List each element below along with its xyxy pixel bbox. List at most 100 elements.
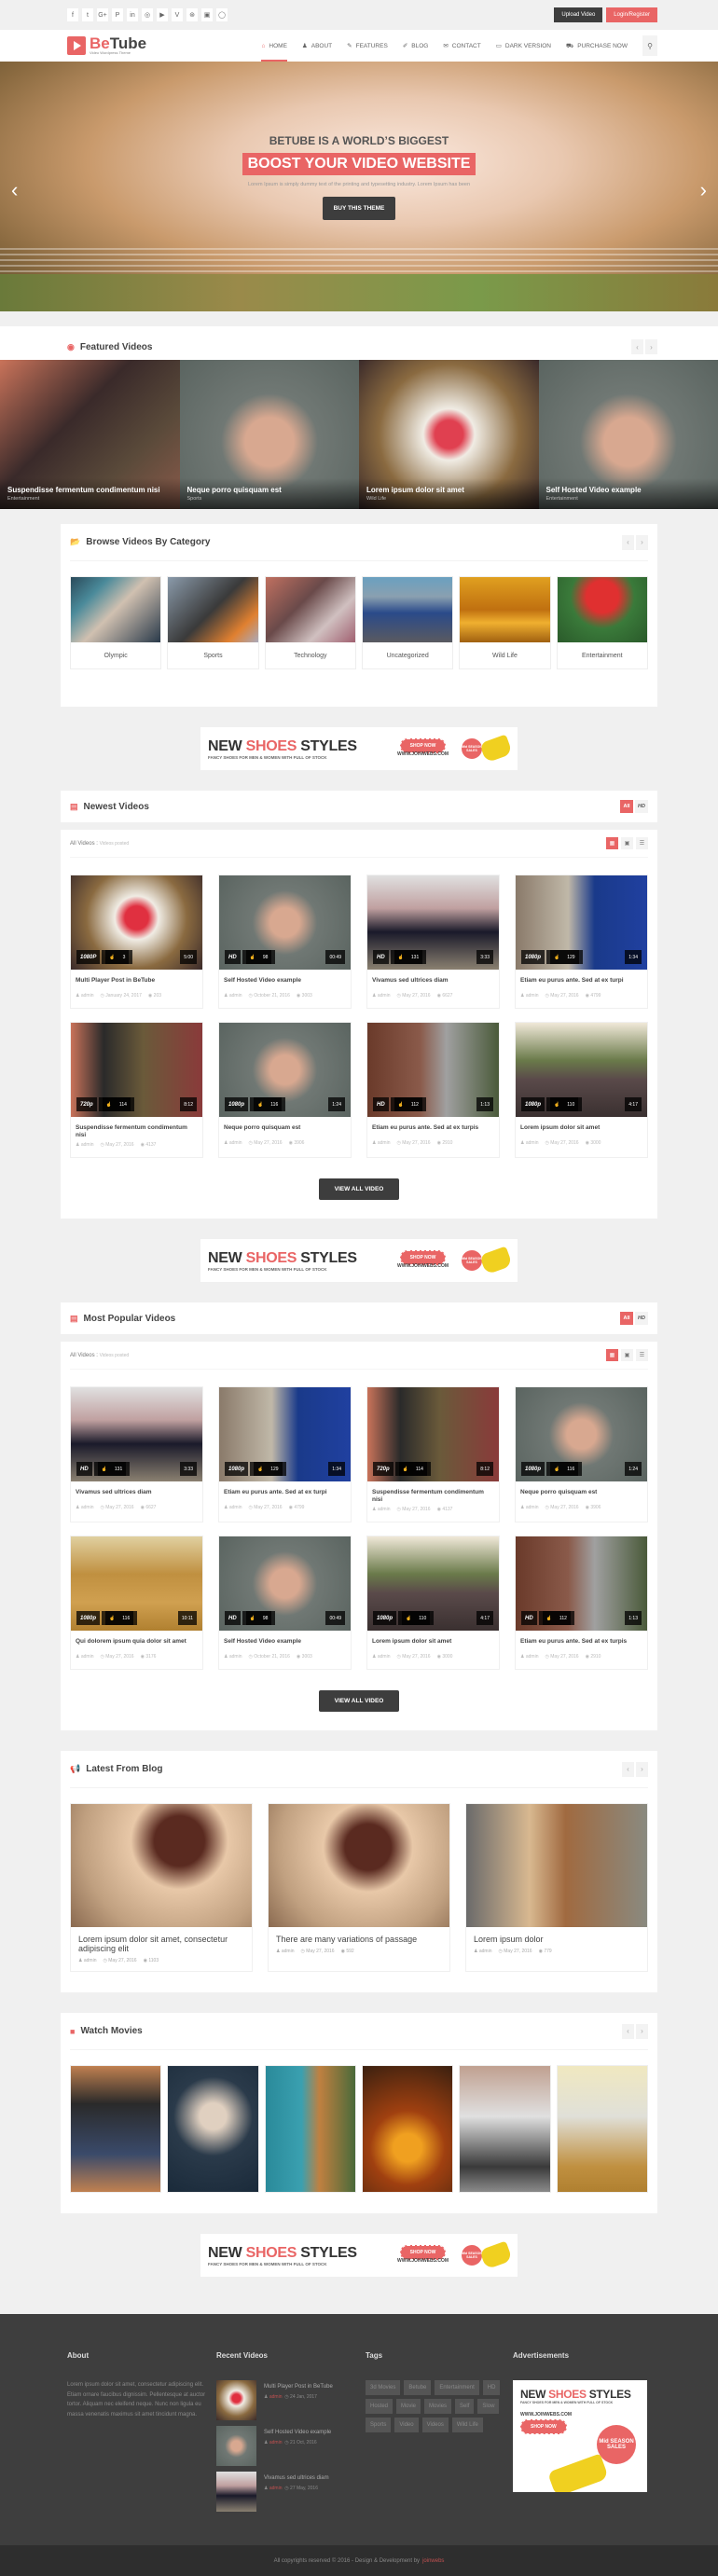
video-title[interactable]: Etiam eu purus ante. Sed at ex turpis — [367, 1117, 499, 1137]
author-name[interactable]: admin — [229, 1140, 242, 1146]
video-card[interactable]: HD☝ 1121:13Etiam eu purus ante. Sed at e… — [366, 1022, 500, 1158]
video-thumbnail[interactable]: 720p☝ 1148:12 — [367, 1387, 499, 1481]
author[interactable]: ♟ admin — [76, 993, 94, 999]
recent-video-title[interactable]: Multi Player Post in BeTube — [264, 2384, 333, 2390]
recent-video-thumb[interactable] — [216, 2472, 256, 2512]
search-button[interactable]: ⚲ — [642, 35, 657, 56]
featured-video-category[interactable]: Wild Life — [366, 496, 532, 502]
category-card[interactable]: Sports — [167, 576, 258, 669]
video-thumbnail[interactable]: HD☝ 1121:13 — [367, 1023, 499, 1117]
video-title[interactable]: Self Hosted Video example — [219, 970, 351, 990]
blog-post-image[interactable] — [269, 1804, 449, 1927]
ad-banner[interactable]: NEW SHOES STYLESFANCY SHOES FOR MEN & WO… — [200, 1239, 518, 1282]
featured-video-title[interactable]: Neque porro quisquam est — [187, 486, 352, 494]
prev-button[interactable]: ‹ — [622, 2024, 634, 2039]
author-name[interactable]: admin — [282, 1949, 295, 1954]
category-label[interactable]: Olympic — [71, 642, 160, 668]
video-card[interactable]: 720p☝ 1148:12Suspendisse fermentum condi… — [366, 1386, 500, 1522]
list-view-icon[interactable]: ☰ — [636, 837, 648, 849]
buy-theme-button[interactable]: BUY THIS THEME — [323, 197, 396, 220]
featured-video-title[interactable]: Suspendisse fermentum condimentum nisi — [7, 486, 173, 494]
video-card[interactable]: 1080p☝ 1104:17Lorem ipsum dolor sit amet… — [515, 1022, 648, 1158]
video-title[interactable]: Lorem ipsum dolor sit amet — [367, 1631, 499, 1651]
recent-video-item[interactable]: Vivamus sed ultrices diam♟ admin ◷ 27 Ma… — [216, 2472, 366, 2512]
tag-link[interactable]: Sports — [366, 2418, 391, 2432]
site-logo[interactable]: BeTube Video Wordpress Theme — [67, 36, 207, 55]
author-name[interactable]: admin — [526, 1505, 539, 1510]
author[interactable]: ♟ admin — [224, 1654, 242, 1660]
nav-features[interactable]: ✎FEATURES — [347, 30, 388, 62]
author[interactable]: ♟ admin — [520, 1140, 539, 1146]
author-name[interactable]: admin — [526, 1140, 539, 1146]
github-icon[interactable]: ◯ — [216, 8, 228, 21]
author-name[interactable]: admin — [526, 1654, 539, 1660]
video-card[interactable]: 1080p☝ 1291:34Etiam eu purus ante. Sed a… — [515, 875, 648, 1009]
prev-button[interactable]: ‹ — [622, 535, 634, 550]
category-card[interactable]: Technology — [265, 576, 356, 669]
medium-grid-view-icon[interactable]: ▣ — [621, 1349, 633, 1361]
blog-post-title[interactable]: There are many variations of passage — [269, 1927, 449, 1944]
view-all-video-button[interactable]: VIEW ALL VIDEO — [319, 1178, 399, 1200]
grid-view-icon[interactable]: ▦ — [606, 837, 618, 849]
dribbble-icon[interactable]: ⊛ — [186, 8, 198, 21]
next-button[interactable]: › — [645, 339, 657, 354]
author-name[interactable]: admin — [229, 1505, 242, 1510]
video-title[interactable]: Vivamus sed ultrices diam — [367, 970, 499, 990]
author-name[interactable]: admin — [378, 1140, 391, 1146]
featured-video-category[interactable]: Entertainment — [7, 496, 173, 502]
filter-all-button[interactable]: All — [620, 1312, 633, 1325]
tag-link[interactable]: Hosted — [366, 2399, 393, 2414]
tag-link[interactable]: Videos — [422, 2418, 449, 2432]
featured-video-title[interactable]: Lorem ipsum dolor sit amet — [366, 486, 532, 494]
blog-post-card[interactable]: Lorem ipsum dolor♟ admin◷ May 27, 2016◉ … — [465, 1803, 648, 1972]
video-card[interactable]: 1080p☝ 1291:34Etiam eu purus ante. Sed a… — [218, 1386, 352, 1522]
blog-post-image[interactable] — [466, 1804, 647, 1927]
tag-link[interactable]: Entertainment — [435, 2380, 478, 2395]
next-button[interactable]: › — [636, 2024, 648, 2039]
category-image[interactable] — [71, 577, 160, 642]
tag-link[interactable]: Movies — [424, 2399, 451, 2414]
featured-video-item[interactable]: Suspendisse fermentum condimentum nisi En… — [0, 360, 180, 509]
category-card[interactable]: Olympic — [70, 576, 161, 669]
upload-video-button[interactable]: Upload Video — [554, 7, 602, 22]
recent-video-thumb[interactable] — [216, 2380, 256, 2420]
author[interactable]: ♟ admin — [76, 1142, 94, 1148]
video-thumbnail[interactable]: HD☝ 1313:33 — [367, 875, 499, 970]
nav-purchase-now[interactable]: ⛟PURCHASE NOW — [566, 30, 628, 62]
author-name[interactable]: admin — [378, 1507, 391, 1512]
video-thumbnail[interactable]: 1080p☝ 1104:17 — [516, 1023, 647, 1117]
author[interactable]: ♟ admin — [224, 1505, 242, 1510]
nav-dark-version[interactable]: ▭DARK VERSION — [496, 30, 551, 62]
blog-post-card[interactable]: There are many variations of passage♟ ad… — [268, 1803, 450, 1972]
flickr-icon[interactable]: ▣ — [201, 8, 213, 21]
joinwebs-link[interactable]: joinwebs — [422, 2558, 444, 2564]
blog-post-title[interactable]: Lorem ipsum dolor sit amet, consectetur … — [71, 1927, 252, 1953]
author[interactable]: ♟ admin — [372, 1654, 391, 1660]
video-title[interactable]: Suspendisse fermentum condimentum nisi — [71, 1117, 202, 1139]
filter-hd-button[interactable]: HD — [635, 800, 648, 813]
category-image[interactable] — [363, 577, 452, 642]
video-thumbnail[interactable]: HD☝ 9800:49 — [219, 875, 351, 970]
video-thumbnail[interactable]: 1080p☝ 1291:34 — [219, 1387, 351, 1481]
video-title[interactable]: Etiam eu purus ante. Sed at ex turpi — [219, 1481, 351, 1502]
video-card[interactable]: HD☝ 1121:13Etiam eu purus ante. Sed at e… — [515, 1536, 648, 1670]
featured-video-item[interactable]: Lorem ipsum dolor sit amet Wild Life — [359, 360, 539, 509]
author[interactable]: ♟ admin — [76, 1654, 94, 1660]
category-card[interactable]: Uncategorized — [362, 576, 453, 669]
ad-banner[interactable]: NEW SHOES STYLESFANCY SHOES FOR MEN & WO… — [200, 2234, 518, 2277]
twitter-icon[interactable]: t — [82, 8, 93, 21]
nav-home[interactable]: ⌂HOME — [261, 30, 286, 62]
author[interactable]: ♟ admin — [372, 1140, 391, 1146]
author[interactable]: ♟ admin — [520, 993, 539, 999]
author-name[interactable]: admin — [81, 1505, 94, 1510]
featured-video-category[interactable]: Sports — [187, 496, 352, 502]
category-image[interactable] — [266, 577, 355, 642]
video-title[interactable]: Etiam eu purus ante. Sed at ex turpis — [516, 1631, 647, 1651]
category-card[interactable]: Entertainment — [557, 576, 648, 669]
movie-poster[interactable] — [70, 2065, 161, 2193]
movie-poster[interactable] — [362, 2065, 453, 2193]
author-name[interactable]: admin — [269, 2486, 283, 2491]
author-name[interactable]: admin — [378, 993, 391, 999]
recent-video-item[interactable]: Self Hosted Video example♟ admin ◷ 21 Oc… — [216, 2426, 366, 2466]
blog-post-image[interactable] — [71, 1804, 252, 1927]
